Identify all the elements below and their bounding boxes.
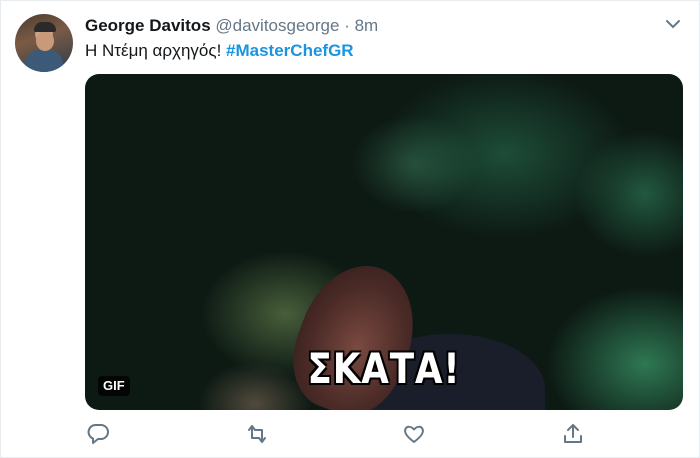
tweet-text: Η Ντέμη αρχηγός! #MasterChefGR [85,41,354,61]
reply-icon[interactable] [85,421,111,447]
retweet-icon[interactable] [244,421,270,447]
heart-icon[interactable] [401,421,427,447]
avatar[interactable] [15,14,73,72]
avatar-shirt [25,50,63,72]
gif-badge: GIF [98,376,130,396]
tweet-actions [85,419,595,449]
separator: · [344,16,350,35]
tweet-body: Η Ντέμη αρχηγός! [85,41,222,60]
avatar-hat [34,22,56,32]
chevron-down-icon[interactable] [665,18,681,30]
author-name[interactable]: George Davitos [85,16,211,35]
hashtag-link[interactable]: #MasterChefGR [226,41,354,60]
share-icon[interactable] [560,421,586,447]
timestamp[interactable]: 8m [355,16,379,35]
avatar-face [36,31,54,51]
gif-caption: ΣΚΑΤΑ! [307,344,461,393]
gif-media[interactable]: ΣΚΑΤΑ! GIF [85,74,683,410]
author-handle[interactable]: @davitosgeorge [215,16,339,35]
tweet-card: George Davitos @davitosgeorge · 8m Η Ντέ… [0,0,700,458]
tweet-header: George Davitos @davitosgeorge · 8m [85,16,659,36]
